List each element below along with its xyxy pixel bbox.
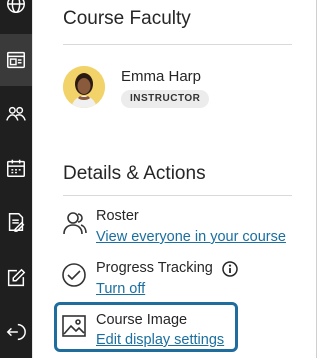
edit-display-settings-link[interactable]: Edit display settings (96, 332, 224, 348)
navigation-rail (0, 0, 32, 358)
image-icon (61, 313, 87, 339)
calendar-icon[interactable] (0, 142, 32, 194)
faculty-name[interactable]: Emma Harp (121, 68, 201, 85)
users-icon (61, 210, 87, 236)
roster-title: Roster (96, 208, 139, 224)
globe-icon[interactable] (0, 0, 32, 30)
groups-icon[interactable] (0, 88, 32, 140)
avatar (63, 66, 105, 108)
details-actions-heading: Details & Actions (63, 163, 206, 184)
divider (63, 44, 292, 45)
edit-icon[interactable] (0, 252, 32, 304)
grades-icon[interactable] (0, 196, 32, 248)
view-roster-link[interactable]: View everyone in your course (96, 229, 286, 245)
role-badge: INSTRUCTOR (121, 90, 210, 108)
progress-tracking-title: Progress Tracking (96, 260, 213, 276)
course-faculty-heading: Course Faculty (63, 8, 191, 29)
course-details-panel: Course Faculty Emma Harp INSTRUCTOR Deta… (32, 0, 317, 358)
sign-out-icon[interactable] (0, 306, 32, 358)
turn-off-link[interactable]: Turn off (96, 281, 145, 297)
divider (63, 195, 292, 196)
check-circle-icon (61, 262, 87, 288)
info-icon[interactable] (222, 261, 238, 277)
course-image-title: Course Image (96, 312, 188, 328)
courses-icon[interactable] (0, 34, 32, 86)
